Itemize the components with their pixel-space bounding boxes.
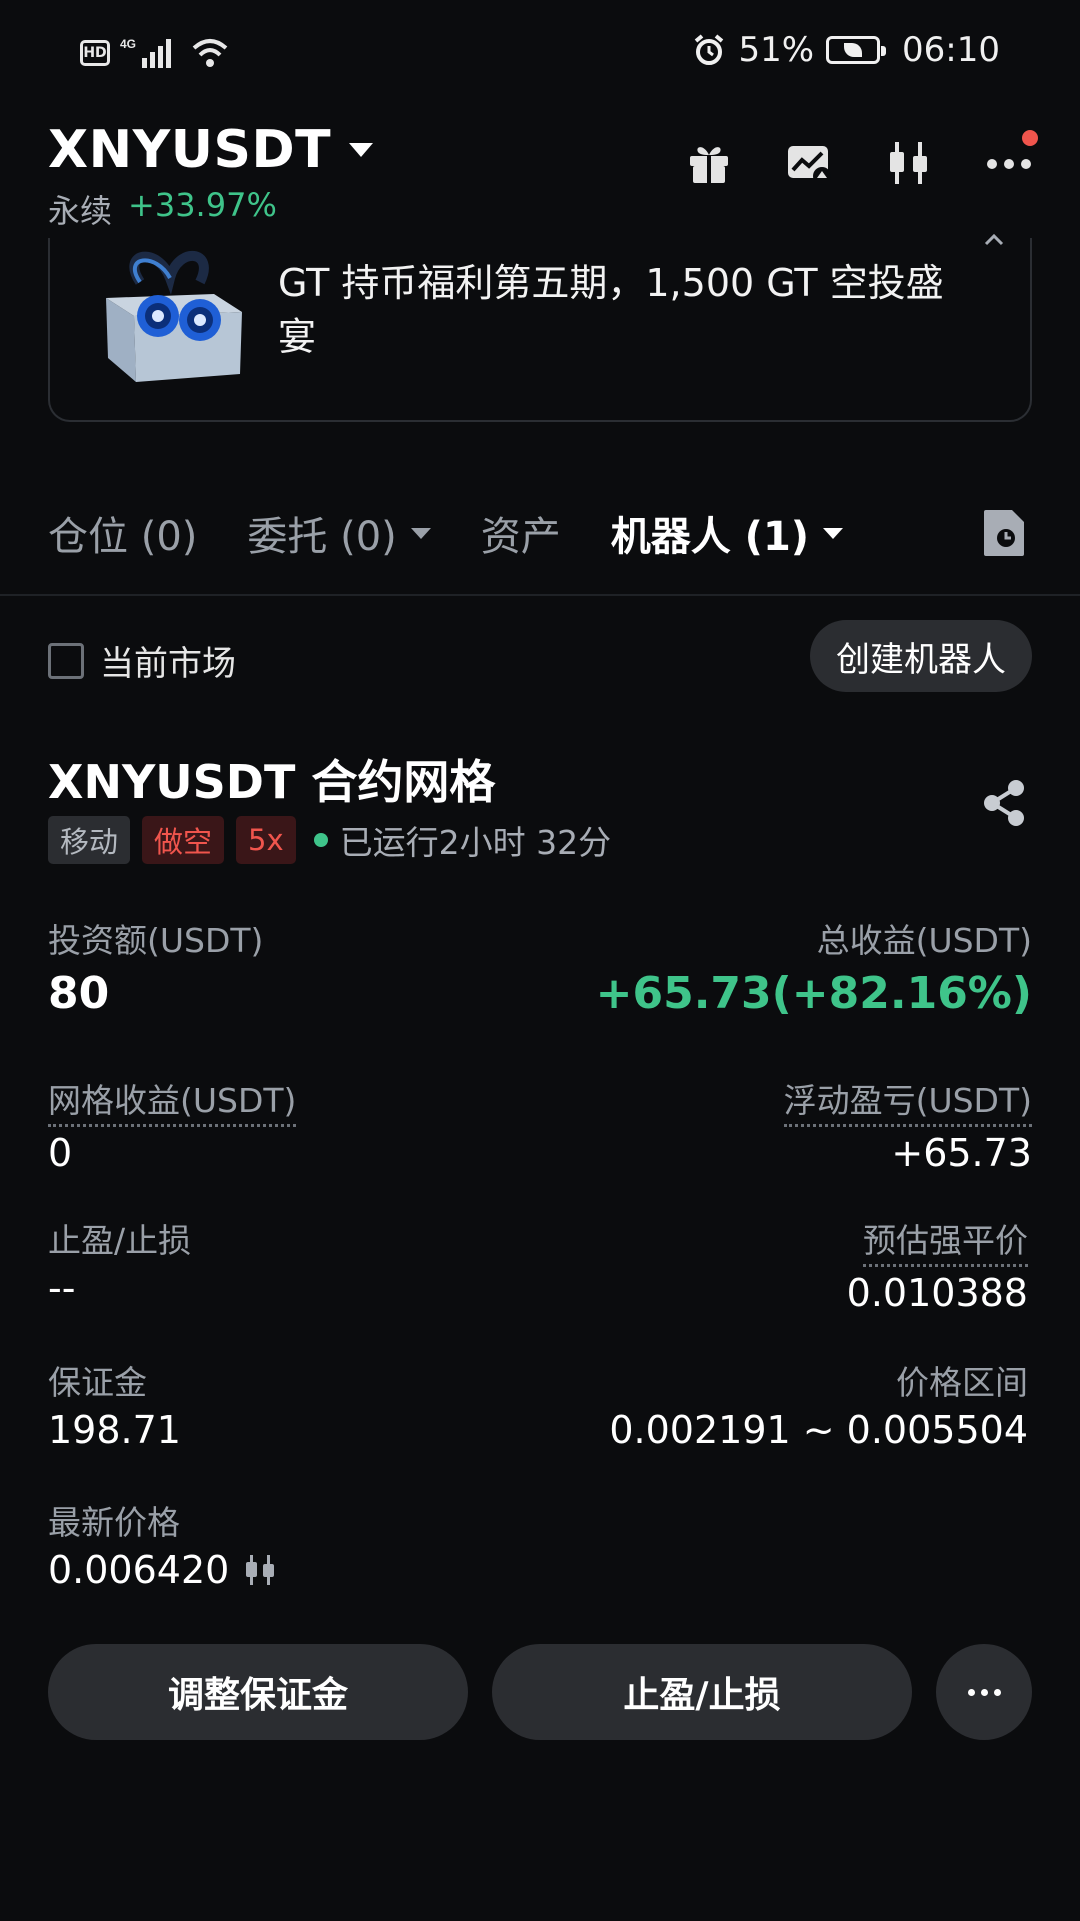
grid-profit-label[interactable]: 网格收益(USDT) <box>48 1074 297 1127</box>
status-bar: HD 4G 51% 06:10 <box>0 0 1080 110</box>
tab-orders[interactable]: 委托 (0) <box>247 504 431 562</box>
candlestick-icon[interactable] <box>886 140 932 186</box>
alarm-icon <box>695 34 724 65</box>
current-market-filter[interactable]: 当前市场 <box>48 636 236 685</box>
more-actions-button[interactable] <box>936 1644 1032 1740</box>
price-range-value: 0.002191 ~ 0.005504 <box>609 1408 1028 1452</box>
current-market-label: 当前市场 <box>100 644 236 684</box>
tpsl-stat: 止盈/止损 -- <box>48 1214 191 1310</box>
runtime: 已运行2小时 32分 <box>339 823 612 862</box>
more-dot <box>967 1688 975 1696</box>
tab-assets[interactable]: 资产 <box>481 504 561 562</box>
pair-name[interactable]: XNYUSDT <box>48 120 331 180</box>
tab-label: 机器人 (1) <box>610 514 810 560</box>
price-change: +33.97% <box>128 186 277 224</box>
more-dot <box>993 1688 1001 1696</box>
chevron-up-icon[interactable] <box>982 228 1006 252</box>
last-price-label: 最新价格 <box>48 1503 180 1542</box>
liq-price-label[interactable]: 预估强平价 <box>863 1214 1028 1267</box>
notification-dot <box>1022 130 1038 146</box>
battery-icon <box>826 36 887 64</box>
tpsl-label: 止盈/止损 <box>48 1221 192 1260</box>
running-indicator <box>313 833 328 847</box>
signal-icon: 4G <box>120 37 171 68</box>
liq-price-value: 0.010388 <box>846 1271 1028 1315</box>
tpsl-value: -- <box>48 1266 76 1310</box>
bot-tags: 移动 做空 5x 已运行2小时 32分 <box>48 816 611 864</box>
gift-icon[interactable] <box>686 140 732 186</box>
order-tabs: 仓位 (0) 委托 (0) 资产 机器人 (1) <box>48 504 893 562</box>
total-profit-stat: 总收益(USDT) +65.73(+82.16%) <box>596 914 1032 1019</box>
tab-label: 仓位 (0) <box>48 514 198 560</box>
chevron-down-icon <box>823 527 844 539</box>
bot-title: XNYUSDT 合约网格 <box>48 755 496 809</box>
last-price-value: 0.006420 <box>48 1548 230 1592</box>
status-right: 51% 06:10 <box>692 30 1000 70</box>
candlestick-icon[interactable] <box>243 1553 277 1587</box>
chevron-down-icon <box>410 527 431 539</box>
clock: 06:10 <box>902 30 1000 70</box>
gift-box-image <box>106 250 242 382</box>
chevron-down-icon[interactable] <box>349 143 374 157</box>
bot-actions: 调整保证金 止盈/止损 <box>48 1644 1032 1740</box>
tab-divider <box>0 594 1080 596</box>
price-range-label: 价格区间 <box>896 1363 1028 1402</box>
grid-profit-stat: 网格收益(USDT) 0 <box>48 1074 297 1175</box>
margin-label: 保证金 <box>48 1363 147 1402</box>
floating-pnl-label[interactable]: 浮动盈亏(USDT) <box>783 1074 1032 1127</box>
investment-label: 投资额(USDT) <box>48 921 264 960</box>
investment-stat: 投资额(USDT) 80 <box>48 914 263 1019</box>
floating-pnl-value: +65.73 <box>891 1131 1032 1175</box>
price-range-stat: 价格区间 0.002191 ~ 0.005504 <box>609 1356 1028 1452</box>
current-market-checkbox[interactable] <box>48 642 84 679</box>
tab-label: 委托 (0) <box>247 514 397 560</box>
promo-banner[interactable]: GT 持币福利第五期，1,500 GT 空投盛宴 <box>48 233 1032 422</box>
hd-badge: HD <box>80 40 110 66</box>
history-icon[interactable] <box>982 508 1026 558</box>
chart-settings-icon[interactable] <box>786 140 832 186</box>
more-menu-icon[interactable] <box>986 130 1038 186</box>
margin-value: 198.71 <box>48 1408 181 1452</box>
contract-type: 永续 <box>48 192 113 230</box>
investment-value: 80 <box>48 968 110 1019</box>
pair-subtitle: 永续 +33.97% <box>48 186 1032 232</box>
tab-bots[interactable]: 机器人 (1) <box>610 504 844 562</box>
battery-percent: 51% <box>738 30 815 70</box>
tpsl-button[interactable]: 止盈/止损 <box>492 1644 912 1740</box>
svg-text:4G: 4G <box>120 37 136 51</box>
header-actions <box>686 130 1038 186</box>
tag-trailing: 移动 <box>48 816 131 864</box>
tag-leverage: 5x <box>236 816 296 864</box>
banner-text[interactable]: GT 持币福利第五期，1,500 GT 空投盛宴 <box>278 256 978 364</box>
wifi-icon <box>192 39 228 67</box>
create-bot-button[interactable]: 创建机器人 <box>810 620 1032 692</box>
share-icon[interactable] <box>980 778 1028 828</box>
tab-label: 资产 <box>480 514 561 560</box>
adjust-margin-button[interactable]: 调整保证金 <box>48 1644 468 1740</box>
status-left: HD 4G <box>80 36 230 70</box>
last-price-stat: 最新价格 0.006420 <box>48 1496 277 1592</box>
tag-short: 做空 <box>142 816 225 864</box>
total-profit-label: 总收益(USDT) <box>816 921 1032 960</box>
tab-positions[interactable]: 仓位 (0) <box>48 504 197 562</box>
market-header: XNYUSDT 永续 +33.97% <box>48 120 1038 232</box>
liq-price-stat: 预估强平价 0.010388 <box>847 1214 1028 1315</box>
grid-profit-value: 0 <box>48 1131 73 1175</box>
more-dot <box>980 1688 988 1696</box>
margin-stat: 保证金 198.71 <box>48 1356 181 1452</box>
total-profit-value: +65.73(+82.16%) <box>595 968 1032 1019</box>
floating-pnl-stat: 浮动盈亏(USDT) +65.73 <box>783 1074 1032 1175</box>
